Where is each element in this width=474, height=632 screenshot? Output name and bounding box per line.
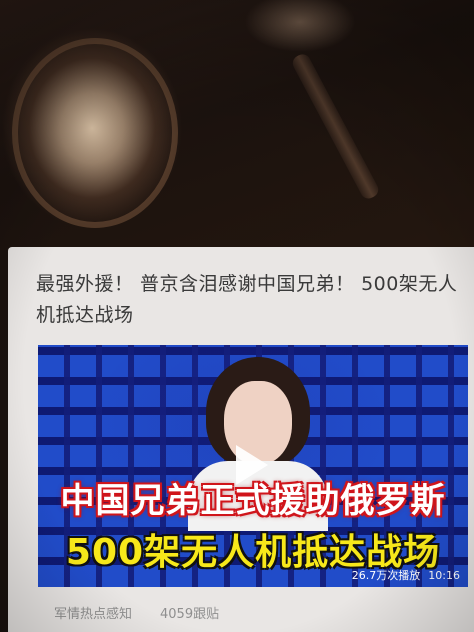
play-count: 26.7万次播放 — [351, 569, 421, 582]
video-caption-line1: 中国兄弟正式援助俄罗斯 — [60, 481, 446, 521]
video-thumbnail[interactable]: 中国兄弟正式援助俄罗斯 500架无人机抵达战场 26.7万次播放 10:16 — [38, 345, 468, 587]
background-object — [290, 51, 382, 202]
card-meta: 军情热点感知 4059跟贴 — [54, 603, 454, 622]
comment-count[interactable]: 4059跟贴 — [160, 607, 219, 622]
news-headline[interactable]: 最强外援！ 普京含泪感谢中国兄弟！ 500架无人机抵达战场 — [36, 269, 466, 331]
lamp-glare — [12, 38, 178, 228]
photo-background — [0, 0, 474, 250]
video-duration: 10:16 — [428, 569, 460, 582]
video-stats: 26.7万次播放 10:16 — [344, 567, 460, 583]
news-feed-card[interactable]: 最强外援！ 普京含泪感谢中国兄弟！ 500架无人机抵达战场 中国兄弟正式援助俄罗… — [8, 247, 474, 632]
source-name[interactable]: 军情热点感知 — [54, 607, 132, 622]
